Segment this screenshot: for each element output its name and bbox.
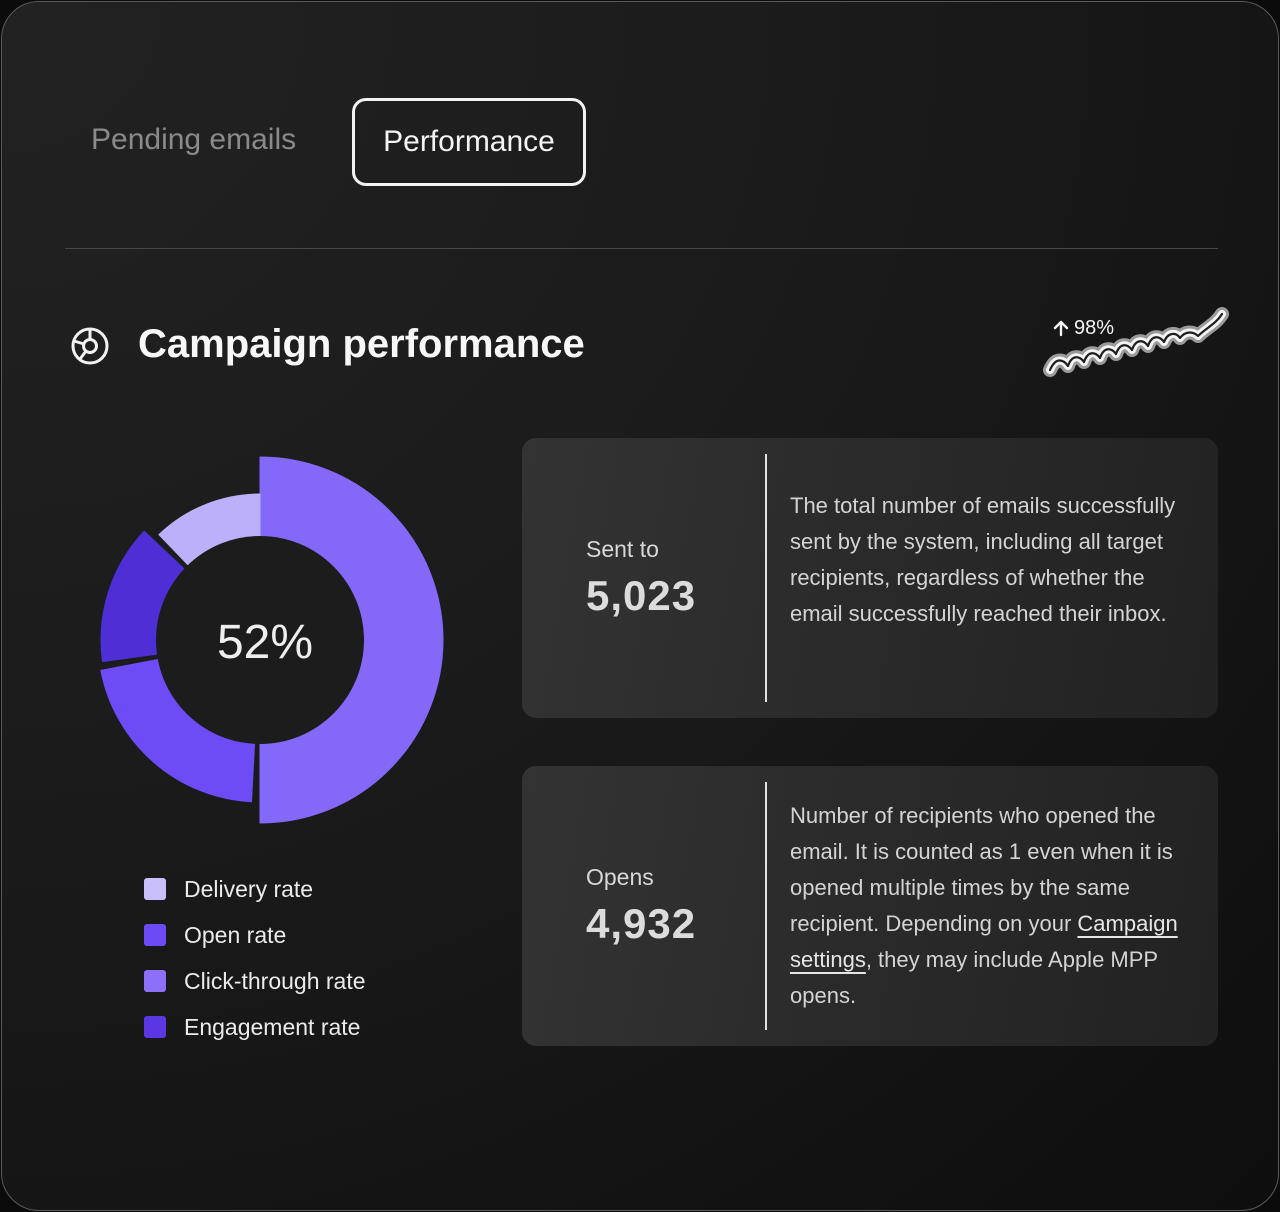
section-title: Campaign performance bbox=[138, 322, 585, 366]
stat-description: Number of recipients who opened the emai… bbox=[790, 798, 1202, 1014]
legend-swatch bbox=[144, 1016, 166, 1038]
pie-chart-icon bbox=[71, 327, 109, 365]
stat-value: 4,932 bbox=[586, 900, 697, 947]
stat-label: Sent to bbox=[586, 536, 659, 562]
arrow-up-icon bbox=[1053, 320, 1069, 337]
legend-label: Delivery rate bbox=[184, 875, 314, 902]
legend-label: Open rate bbox=[184, 921, 287, 948]
legend-label: Engagement rate bbox=[184, 1013, 361, 1040]
stat-card-opens: Opens 4,932 Number of recipients who ope… bbox=[522, 766, 1218, 1046]
trend-value: 98% bbox=[1074, 317, 1115, 339]
tabs-divider bbox=[65, 248, 1218, 249]
legend-item-engagement-rate: Engagement rate bbox=[144, 1004, 366, 1050]
legend-item-click-through-rate: Click-through rate bbox=[144, 958, 366, 1004]
legend-item-open-rate: Open rate bbox=[144, 912, 366, 958]
legend-swatch bbox=[144, 924, 166, 946]
stat-divider bbox=[765, 782, 767, 1030]
tab-pending-emails[interactable]: Pending emails bbox=[91, 118, 296, 162]
legend-swatch bbox=[144, 878, 166, 900]
chart-legend: Delivery rate Open rate Click-through ra… bbox=[144, 866, 366, 1050]
stat-value: 5,023 bbox=[586, 572, 697, 619]
trend-squiggle bbox=[1043, 307, 1229, 377]
trend-indicator: 98% bbox=[1052, 314, 1114, 342]
stat-divider bbox=[765, 454, 767, 702]
donut-center-value: 52% bbox=[216, 616, 314, 669]
performance-card: Pending emails Performance Campaign perf… bbox=[1, 1, 1279, 1211]
tab-performance[interactable]: Performance bbox=[352, 98, 586, 186]
tab-performance-label: Performance bbox=[383, 125, 555, 158]
legend-swatch bbox=[144, 970, 166, 992]
stat-label: Opens bbox=[586, 864, 654, 890]
stat-description: The total number of emails successfully … bbox=[790, 493, 1176, 626]
legend-item-delivery-rate: Delivery rate bbox=[144, 866, 366, 912]
stat-card-sent: Sent to 5,023 The total number of emails… bbox=[522, 438, 1218, 718]
legend-label: Click-through rate bbox=[184, 967, 366, 994]
